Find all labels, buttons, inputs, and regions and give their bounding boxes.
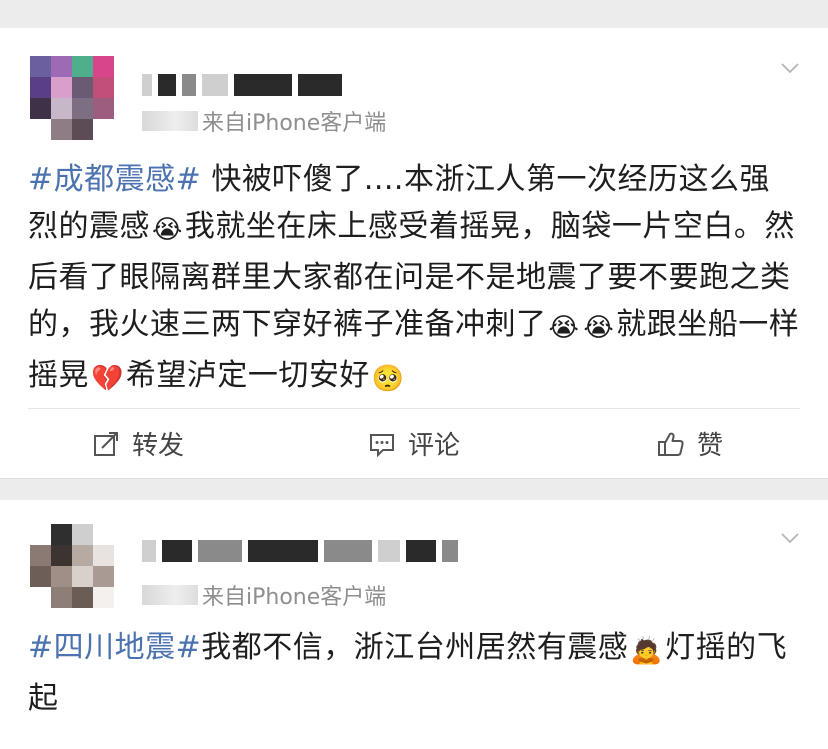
like-label: 赞 [696,431,723,461]
action-bar: 转发 评论 赞 [0,409,828,478]
broken-heart-emoji-icon: 💔 [91,364,124,394]
thumbs-up-icon [657,432,684,456]
post-text-segment: 我都不信，浙江台州居然有震感 [201,630,629,665]
like-button[interactable]: 赞 [552,409,828,478]
source-label: 来自iPhone客户端 [202,585,387,610]
post-meta: 来自iPhone客户端 [142,106,386,136]
hashtag-link[interactable]: #成都震感# [28,162,201,197]
post-separator [0,478,828,502]
crying-emoji-icon: 😭 [583,313,615,343]
post-card: 来自iPhone客户端 #成都震感# 快被吓傻了....本浙江人第一次经历这么强… [0,28,828,478]
post-meta: 来自iPhone客户端 [142,580,386,610]
kneel-emoji-icon: 🙇 [630,636,664,666]
username-blurred[interactable] [142,534,458,568]
source-label: 来自iPhone客户端 [202,111,387,136]
repost-label: 转发 [131,431,184,461]
post-card: 来自iPhone客户端 #四川地震#我都不信，浙江台州居然有震感🙇灯摇的飞起 [0,500,828,749]
crying-emoji-icon: 😭 [152,215,183,245]
comment-bubble-icon [369,433,394,457]
hashtag-link[interactable]: #四川地震# [28,630,201,665]
timestamp-blurred [142,111,198,131]
weibo-feed: 来自iPhone客户端 #成都震感# 快被吓傻了....本浙江人第一次经历这么强… [0,0,828,749]
avatar[interactable] [30,524,114,608]
top-gap [0,0,828,29]
post-text: #成都震感# 快被吓傻了....本浙江人第一次经历这么强烈的震感😭我就坐在床上感… [28,156,800,403]
avatar[interactable] [30,56,114,140]
repost-button[interactable]: 转发 [0,409,276,478]
comment-button[interactable]: 评论 [276,409,552,478]
chevron-down-icon[interactable] [780,528,800,548]
post-text-segment: 希望泸定一切安好 [125,358,370,393]
post-text: #四川地震#我都不信，浙江台州居然有震感🙇灯摇的飞起 [28,624,800,722]
username-blurred[interactable] [142,68,342,102]
crying-emoji-icon: 😭 [548,313,580,343]
edit-share-icon [93,431,118,456]
timestamp-blurred [142,585,198,605]
comment-label: 评论 [407,431,460,461]
chevron-down-icon[interactable] [780,58,800,78]
worried-emoji-icon: 🥺 [371,364,405,394]
